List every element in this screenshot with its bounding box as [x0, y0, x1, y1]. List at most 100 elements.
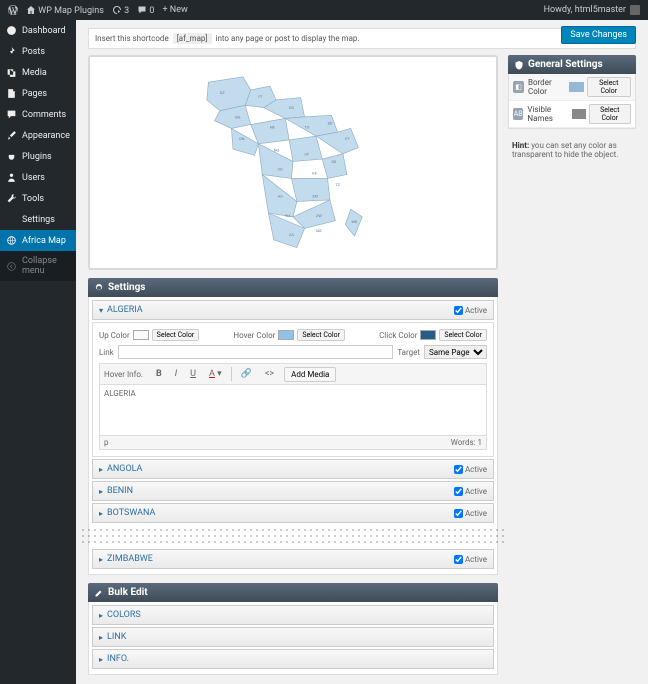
editor-content[interactable]: ALGERIA: [100, 385, 486, 435]
link-button[interactable]: 🔗: [235, 366, 258, 382]
select-color-button[interactable]: Select Color: [439, 329, 487, 341]
map-preview[interactable]: DZLYEG MLNETDSDET GNNGCFSS CDKETZ AOZMNA…: [88, 55, 498, 270]
sidebar-item-settings[interactable]: Settings: [0, 209, 76, 230]
sidebar-item-plugins[interactable]: Plugins: [0, 146, 76, 167]
new-label: New: [170, 5, 188, 15]
svg-text:ZM: ZM: [312, 193, 318, 198]
sidebar-item-media[interactable]: Media: [0, 62, 76, 83]
updates-icon: [112, 5, 122, 15]
sidebar-item-pages[interactable]: Pages: [0, 83, 76, 104]
svg-text:NG: NG: [274, 147, 280, 152]
svg-text:ML: ML: [235, 114, 240, 119]
sidebar-collapse[interactable]: Collapse menu: [0, 251, 76, 281]
brush-icon: [6, 130, 17, 141]
click-color-swatch[interactable]: [420, 330, 436, 340]
text-icon: AB: [513, 108, 523, 120]
hover-color-swatch[interactable]: [278, 330, 294, 340]
svg-text:NA: NA: [285, 212, 291, 217]
up-color-swatch[interactable]: [133, 330, 149, 340]
expand-icon: ▸: [99, 465, 103, 474]
updates-count: 3: [124, 6, 129, 16]
country-botswana[interactable]: ▸BOTSWANAActive: [92, 503, 494, 523]
active-checkbox[interactable]: [454, 509, 463, 518]
svg-text:SD: SD: [328, 120, 333, 125]
italic-button[interactable]: I: [169, 366, 183, 382]
expand-icon: ▸: [99, 487, 103, 496]
sidebar-item-africa-map[interactable]: Africa Map: [0, 230, 76, 251]
dashboard-icon: [6, 25, 17, 36]
border-icon: ◧: [513, 81, 524, 93]
underline-button[interactable]: U: [184, 366, 202, 382]
svg-text:CD: CD: [278, 166, 283, 171]
select-color-button[interactable]: Select Color: [589, 104, 632, 124]
sidebar-item-appearance[interactable]: Appearance: [0, 125, 76, 146]
svg-text:MG: MG: [351, 218, 357, 223]
collapse-icon: [6, 261, 17, 272]
globe-icon: [6, 235, 17, 246]
content-area: Save Changes Insert this shortcode [af_m…: [76, 20, 648, 684]
target-select[interactable]: Same Page: [424, 345, 487, 359]
users-icon: [6, 172, 17, 183]
country-zimbabwe[interactable]: ▸ZIMBABWEActive: [92, 549, 494, 569]
add-media-button[interactable]: Add Media: [284, 367, 336, 382]
code-button[interactable]: <>: [259, 366, 280, 382]
border-color-swatch[interactable]: [569, 82, 584, 92]
admin-sidebar: Dashboard Posts Media Pages Comments App…: [0, 20, 76, 684]
wordpress-icon[interactable]: [8, 5, 18, 15]
svg-text:EG: EG: [289, 105, 294, 110]
edit-icon: [94, 588, 104, 598]
select-color-button[interactable]: Select Color: [152, 329, 200, 341]
country-algeria[interactable]: ▾ALGERIAActive: [92, 300, 494, 320]
link-input[interactable]: [118, 345, 394, 359]
names-color-swatch[interactable]: [572, 109, 586, 119]
sidebar-item-tools[interactable]: Tools: [0, 188, 76, 209]
general-settings-head: General Settings: [508, 55, 636, 74]
expand-icon: ▸: [99, 633, 103, 642]
border-color-row: ◧Border ColorSelect Color: [509, 74, 635, 101]
active-checkbox[interactable]: [454, 487, 463, 496]
country-benin[interactable]: ▸BENINActive: [92, 481, 494, 501]
collapse-icon: ▾: [99, 306, 103, 315]
word-count: Words: 1: [451, 438, 482, 447]
expand-icon: ▸: [99, 655, 103, 664]
africa-map-svg: DZLYEG MLNETDSDET GNNGCFSS CDKETZ AOZMNA…: [148, 63, 438, 263]
avatar[interactable]: [630, 5, 640, 15]
shortcode-notice: Insert this shortcode [af_map] into any …: [88, 28, 636, 49]
sidebar-item-comments[interactable]: Comments: [0, 104, 76, 125]
svg-text:CF: CF: [305, 151, 310, 156]
bulk-colors[interactable]: ▸COLORS: [92, 605, 494, 625]
settings-panel-head: Settings: [88, 278, 498, 297]
svg-text:KE: KE: [312, 170, 317, 175]
active-checkbox[interactable]: [454, 306, 463, 315]
active-checkbox[interactable]: [454, 465, 463, 474]
comments-icon: [137, 5, 147, 15]
select-color-button[interactable]: Select Color: [297, 329, 345, 341]
svg-text:MZ: MZ: [316, 228, 322, 233]
hover-info-label: Hover Info.: [104, 370, 143, 379]
bulk-link[interactable]: ▸LINK: [92, 627, 494, 647]
bulk-info[interactable]: ▸INFO.: [92, 649, 494, 669]
text-color-button[interactable]: A ▾: [203, 366, 228, 382]
select-color-button[interactable]: Select Color: [587, 77, 631, 97]
active-checkbox[interactable]: [454, 555, 463, 564]
svg-text:NE: NE: [270, 124, 276, 129]
howdy-text[interactable]: Howdy, html5master: [544, 5, 626, 15]
plug-icon: [6, 151, 17, 162]
sidebar-item-posts[interactable]: Posts: [0, 41, 76, 62]
expand-icon: ▸: [99, 611, 103, 620]
svg-text:GN: GN: [239, 135, 245, 140]
svg-text:ET: ET: [345, 135, 350, 140]
sidebar-item-dashboard[interactable]: Dashboard: [0, 20, 76, 41]
country-detail: Up ColorSelect Color Hover ColorSelect C…: [92, 322, 494, 457]
site-name: WP Map Plugins: [38, 6, 104, 16]
country-angola[interactable]: ▸ANGOLAActive: [92, 459, 494, 479]
sidebar-item-users[interactable]: Users: [0, 167, 76, 188]
bold-button[interactable]: B: [150, 366, 168, 382]
comments-icon: [6, 109, 17, 120]
home-icon: [26, 5, 36, 15]
svg-text:ZW: ZW: [316, 212, 322, 217]
save-changes-button[interactable]: Save Changes: [561, 26, 636, 44]
visible-names-row: ABVisible NamesSelect Color: [509, 101, 635, 128]
svg-text:AO: AO: [278, 193, 283, 198]
svg-text:ZA: ZA: [289, 232, 294, 237]
